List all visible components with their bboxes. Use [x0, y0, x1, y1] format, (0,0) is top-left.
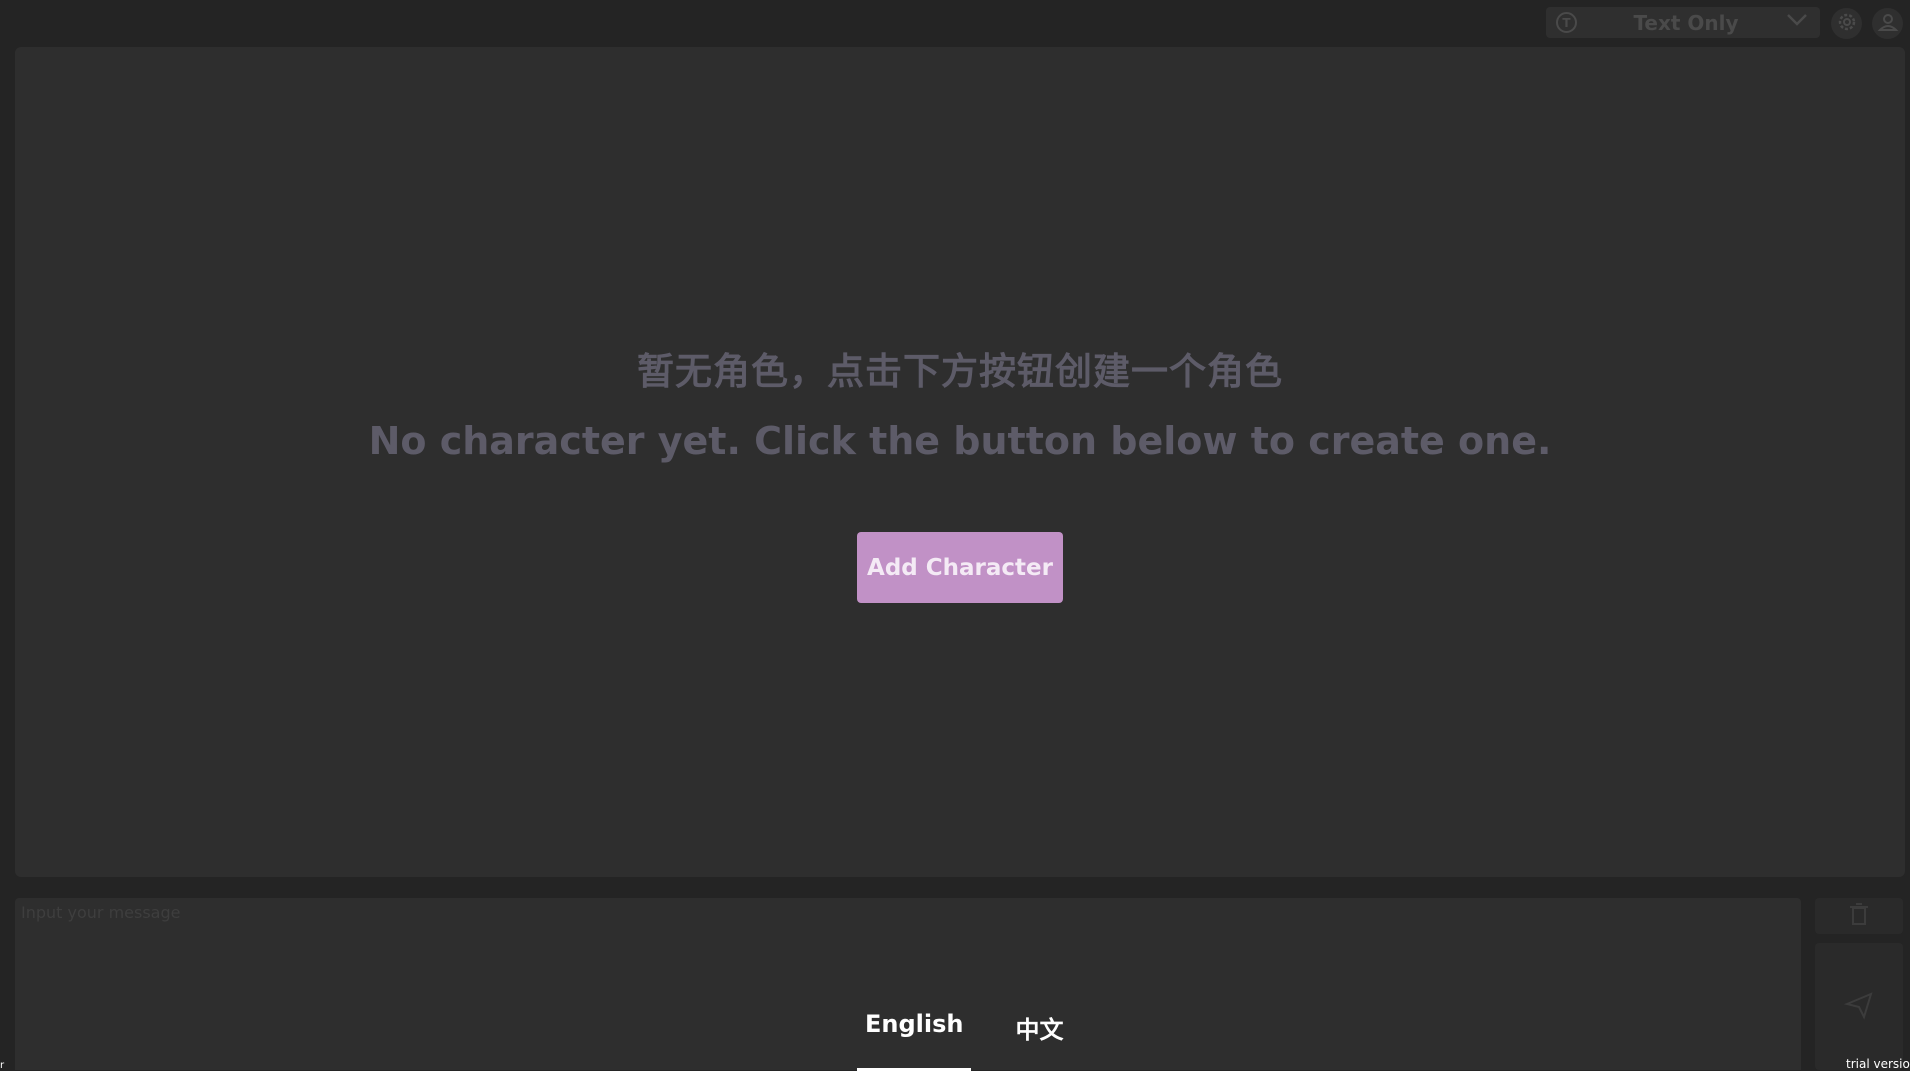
user-button[interactable]: [1872, 8, 1903, 39]
send-icon: [1843, 990, 1874, 1024]
chevron-down-icon: [1786, 12, 1808, 31]
text-mode-icon: T: [1556, 12, 1577, 33]
trash-icon: [1849, 902, 1869, 930]
user-icon: [1877, 11, 1899, 37]
top-bar: T Text Only: [0, 0, 1910, 46]
mode-select[interactable]: T Text Only: [1546, 7, 1820, 38]
corner-mark: r: [0, 1060, 5, 1071]
language-tab-english[interactable]: English: [857, 1010, 972, 1071]
empty-message-chinese: 暂无角色，点击下方按钮创建一个角色: [637, 350, 1283, 393]
settings-button[interactable]: [1831, 8, 1862, 39]
language-switcher: English 中文: [857, 1010, 1071, 1071]
gear-icon: [1836, 11, 1858, 37]
send-button[interactable]: [1815, 943, 1903, 1070]
clear-chat-button[interactable]: [1815, 898, 1903, 934]
message-input-placeholder: Input your message: [21, 903, 181, 922]
language-tab-chinese[interactable]: 中文: [1007, 1010, 1071, 1060]
add-character-button[interactable]: Add Character: [857, 532, 1063, 603]
trial-version-label: trial versio: [1846, 1057, 1910, 1071]
empty-message-english: No character yet. Click the button below…: [368, 419, 1552, 463]
mode-select-label: Text Only: [1633, 11, 1739, 35]
character-panel: 暂无角色，点击下方按钮创建一个角色 No character yet. Clic…: [15, 47, 1905, 877]
